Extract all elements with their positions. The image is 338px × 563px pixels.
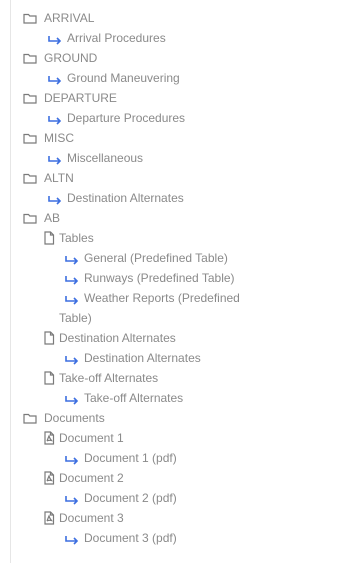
- link-arrow-icon: [64, 252, 79, 266]
- folder-icon: [23, 51, 37, 65]
- folder-icon: [23, 91, 37, 105]
- link-label: Arrival Procedures: [67, 31, 166, 45]
- link-label: Document 3 (pdf): [84, 531, 177, 545]
- folder-label: ALTN: [44, 171, 74, 185]
- tree-link-document-3-pdf[interactable]: Document 3 (pdf): [11, 528, 338, 548]
- folder-icon: [23, 171, 37, 185]
- tree-link-runways-table[interactable]: Runways (Predefined Table): [11, 268, 338, 288]
- link-arrow-icon: [64, 292, 79, 306]
- link-arrow-icon: [64, 352, 79, 366]
- link-arrow-icon: [64, 532, 79, 546]
- tree-link-weather-reports-table[interactable]: Weather Reports (Predefined: [11, 288, 338, 308]
- folder-icon: [23, 411, 37, 425]
- tree-file-document-3[interactable]: Document 3: [11, 508, 338, 528]
- file-label: Tables: [59, 231, 94, 245]
- file-label: Destination Alternates: [59, 331, 176, 345]
- tree-folder-ab[interactable]: AB: [11, 208, 338, 228]
- tree-link-document-1-pdf[interactable]: Document 1 (pdf): [11, 448, 338, 468]
- tree-folder-misc[interactable]: MISC: [11, 128, 338, 148]
- link-label: Destination Alternates: [67, 191, 184, 205]
- pdf-file-icon: [42, 511, 56, 525]
- link-label: Departure Procedures: [67, 111, 186, 125]
- folder-label: MISC: [44, 131, 74, 145]
- link-arrow-icon: [64, 452, 79, 466]
- link-label: Weather Reports (Predefined: [84, 291, 240, 305]
- folder-label: DEPARTURE: [44, 91, 117, 105]
- tree-file-takeoff-alternates[interactable]: Take-off Alternates: [11, 368, 338, 388]
- link-arrow-icon: [64, 492, 79, 506]
- folder-label: ARRIVAL: [44, 11, 95, 25]
- file-label: Document 1: [59, 431, 124, 445]
- link-arrow-icon: [47, 152, 62, 166]
- tree-file-document-1[interactable]: Document 1: [11, 428, 338, 448]
- tree-folder-departure[interactable]: DEPARTURE: [11, 88, 338, 108]
- file-label: Document 2: [59, 471, 124, 485]
- link-label-continuation[interactable]: Table): [11, 308, 338, 328]
- tree-link-destination-alternates[interactable]: Destination Alternates: [11, 188, 338, 208]
- link-arrow-icon: [47, 192, 62, 206]
- tree-link-departure-procedures[interactable]: Departure Procedures: [11, 108, 338, 128]
- link-label: Ground Maneuvering: [67, 71, 180, 85]
- link-label: Runways (Predefined Table): [84, 271, 235, 285]
- tree-folder-documents[interactable]: Documents: [11, 408, 338, 428]
- tree-link-miscellaneous[interactable]: Miscellaneous: [11, 148, 338, 168]
- tree-link-ground-maneuvering[interactable]: Ground Maneuvering: [11, 68, 338, 88]
- tree-link-ab-destination-alternates[interactable]: Destination Alternates: [11, 348, 338, 368]
- link-label: Miscellaneous: [67, 151, 144, 165]
- file-label: Document 3: [59, 511, 124, 525]
- tree-file-tables[interactable]: Tables: [11, 228, 338, 248]
- link-arrow-icon: [47, 32, 62, 46]
- file-icon: [42, 231, 56, 245]
- file-icon: [42, 331, 56, 345]
- link-label: Take-off Alternates: [84, 391, 184, 405]
- folder-icon: [23, 211, 37, 225]
- link-label: General (Predefined Table): [84, 251, 228, 265]
- tree-link-ab-takeoff-alternates[interactable]: Take-off Alternates: [11, 388, 338, 408]
- tree-file-document-2[interactable]: Document 2: [11, 468, 338, 488]
- link-arrow-icon: [47, 72, 62, 86]
- folder-icon: [23, 131, 37, 145]
- folder-label: GROUND: [44, 51, 98, 65]
- link-arrow-icon: [64, 272, 79, 286]
- link-arrow-icon: [47, 112, 62, 126]
- file-label: Take-off Alternates: [59, 371, 159, 385]
- tree-link-document-2-pdf[interactable]: Document 2 (pdf): [11, 488, 338, 508]
- link-arrow-icon: [64, 392, 79, 406]
- folder-icon: [23, 11, 37, 25]
- tree-folder-altn[interactable]: ALTN: [11, 168, 338, 188]
- navigation-tree: ARRIVAL Arrival Procedures GROUND Ground…: [10, 0, 338, 563]
- link-label: Document 1 (pdf): [84, 451, 177, 465]
- tree-link-general-table[interactable]: General (Predefined Table): [11, 248, 338, 268]
- file-icon: [42, 371, 56, 385]
- tree-link-arrival-procedures[interactable]: Arrival Procedures: [11, 28, 338, 48]
- folder-label: Documents: [44, 411, 105, 425]
- folder-label: AB: [44, 211, 61, 225]
- link-label: Destination Alternates: [84, 351, 201, 365]
- link-label: Document 2 (pdf): [84, 491, 177, 505]
- tree-folder-arrival[interactable]: ARRIVAL: [11, 8, 338, 28]
- pdf-file-icon: [42, 431, 56, 445]
- pdf-file-icon: [42, 471, 56, 485]
- tree-file-destination-alternates[interactable]: Destination Alternates: [11, 328, 338, 348]
- tree-folder-ground[interactable]: GROUND: [11, 48, 338, 68]
